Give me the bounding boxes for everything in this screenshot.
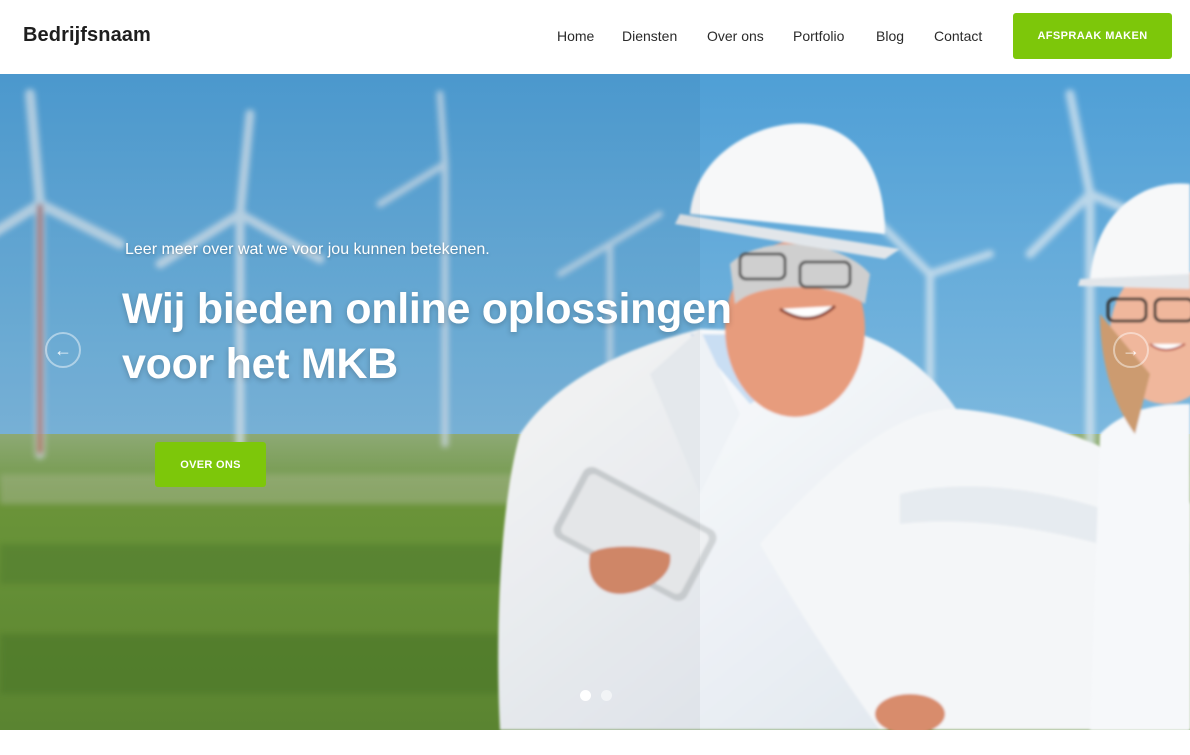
hero-headline-line-2: voor het MKB — [122, 340, 398, 388]
next-slide-button[interactable]: → — [1113, 332, 1149, 368]
hero-background-image — [0, 74, 1190, 730]
nav-item-home[interactable]: Home — [557, 28, 594, 44]
nav-item-blog[interactable]: Blog — [876, 28, 904, 44]
arrow-left-icon: ← — [54, 339, 72, 360]
appointment-button[interactable]: AFSPRAAK MAKEN — [1013, 13, 1172, 59]
nav-item-over-ons[interactable]: Over ons — [707, 28, 764, 44]
slide-dot-2[interactable] — [601, 690, 612, 701]
nav-item-contact[interactable]: Contact — [934, 28, 982, 44]
about-us-button[interactable]: OVER ONS — [155, 442, 266, 487]
arrow-right-icon: → — [1122, 339, 1140, 360]
hero-kicker: Leer meer over wat we voor jou kunnen be… — [125, 241, 490, 258]
hero-slider: Leer meer over wat we voor jou kunnen be… — [0, 74, 1190, 730]
prev-slide-button[interactable]: ← — [45, 332, 81, 368]
nav-item-diensten[interactable]: Diensten — [622, 28, 677, 44]
nav-item-portfolio[interactable]: Portfolio — [793, 28, 844, 44]
page-bottom — [0, 730, 1190, 755]
brand-logo[interactable]: Bedrijfsnaam — [23, 24, 151, 47]
slide-dot-1[interactable] — [580, 690, 591, 701]
hero-headline-line-1: Wij bieden online oplossingen — [122, 285, 732, 333]
hero-headline: Wij bieden online oplossingen voor het M… — [122, 282, 802, 392]
site-header: Bedrijfsnaam Home Diensten Over ons Port… — [0, 0, 1190, 74]
